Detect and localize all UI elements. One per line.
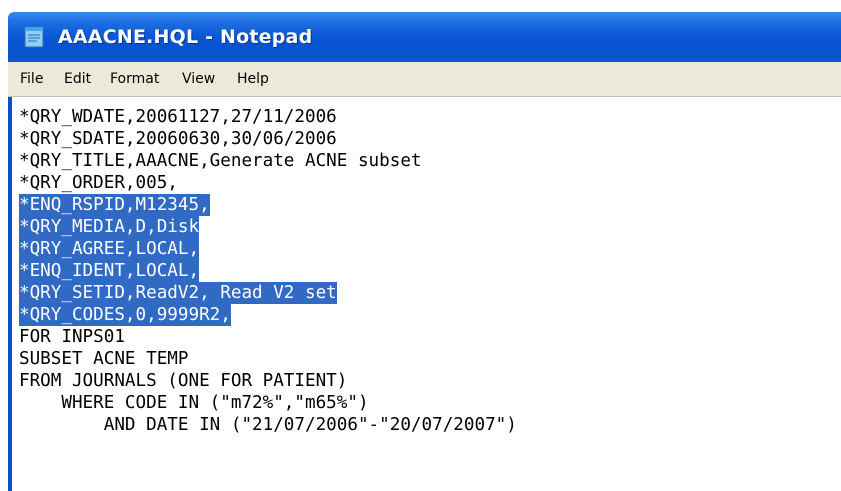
text-line: WHERE CODE IN ("m72%","m65%")	[19, 393, 369, 413]
text-line: FROM JOURNALS (ONE FOR PATIENT)	[19, 371, 348, 391]
text-line-selected: *ENQ_IDENT,LOCAL,	[19, 260, 200, 282]
text-editor-area[interactable]: *QRY_WDATE,20061127,27/11/2006 *QRY_SDAT…	[12, 98, 841, 491]
text-line: *QRY_WDATE,20061127,27/11/2006	[19, 107, 337, 127]
text-line: FOR INPS01	[19, 327, 125, 347]
text-line: *QRY_SDATE,20060630,30/06/2006	[19, 129, 337, 149]
menu-format[interactable]: Format	[110, 70, 159, 88]
text-line: SUBSET ACNE TEMP	[19, 349, 189, 369]
title-bar[interactable]: AAACNE.HQL - Notepad	[8, 12, 841, 62]
menu-view[interactable]: View	[182, 70, 215, 88]
text-line-selected: *QRY_AGREE,LOCAL,	[19, 238, 200, 260]
window-title: AAACNE.HQL - Notepad	[58, 26, 313, 48]
notepad-icon	[24, 26, 44, 48]
notepad-window: AAACNE.HQL - Notepad File Edit Format Vi…	[8, 12, 841, 491]
menu-file[interactable]: File	[20, 70, 43, 88]
text-line: AND DATE IN ("21/07/2006"-"20/07/2007")	[19, 415, 517, 435]
menu-help[interactable]: Help	[237, 70, 269, 88]
text-line-selected: *QRY_CODES,0,9999R2,	[19, 304, 231, 326]
text-line-selected: *QRY_SETID,ReadV2, Read V2 set	[19, 282, 337, 304]
menu-bar: File Edit Format View Help	[8, 62, 841, 97]
text-line-selected: *ENQ_RSPID,M12345,	[19, 194, 210, 216]
text-line-selected: *QRY_MEDIA,D,Disk	[19, 216, 200, 238]
text-line: *QRY_TITLE,AAACNE,Generate ACNE subset	[19, 151, 422, 171]
text-line: *QRY_ORDER,005,	[19, 173, 178, 193]
menu-edit[interactable]: Edit	[64, 70, 91, 88]
